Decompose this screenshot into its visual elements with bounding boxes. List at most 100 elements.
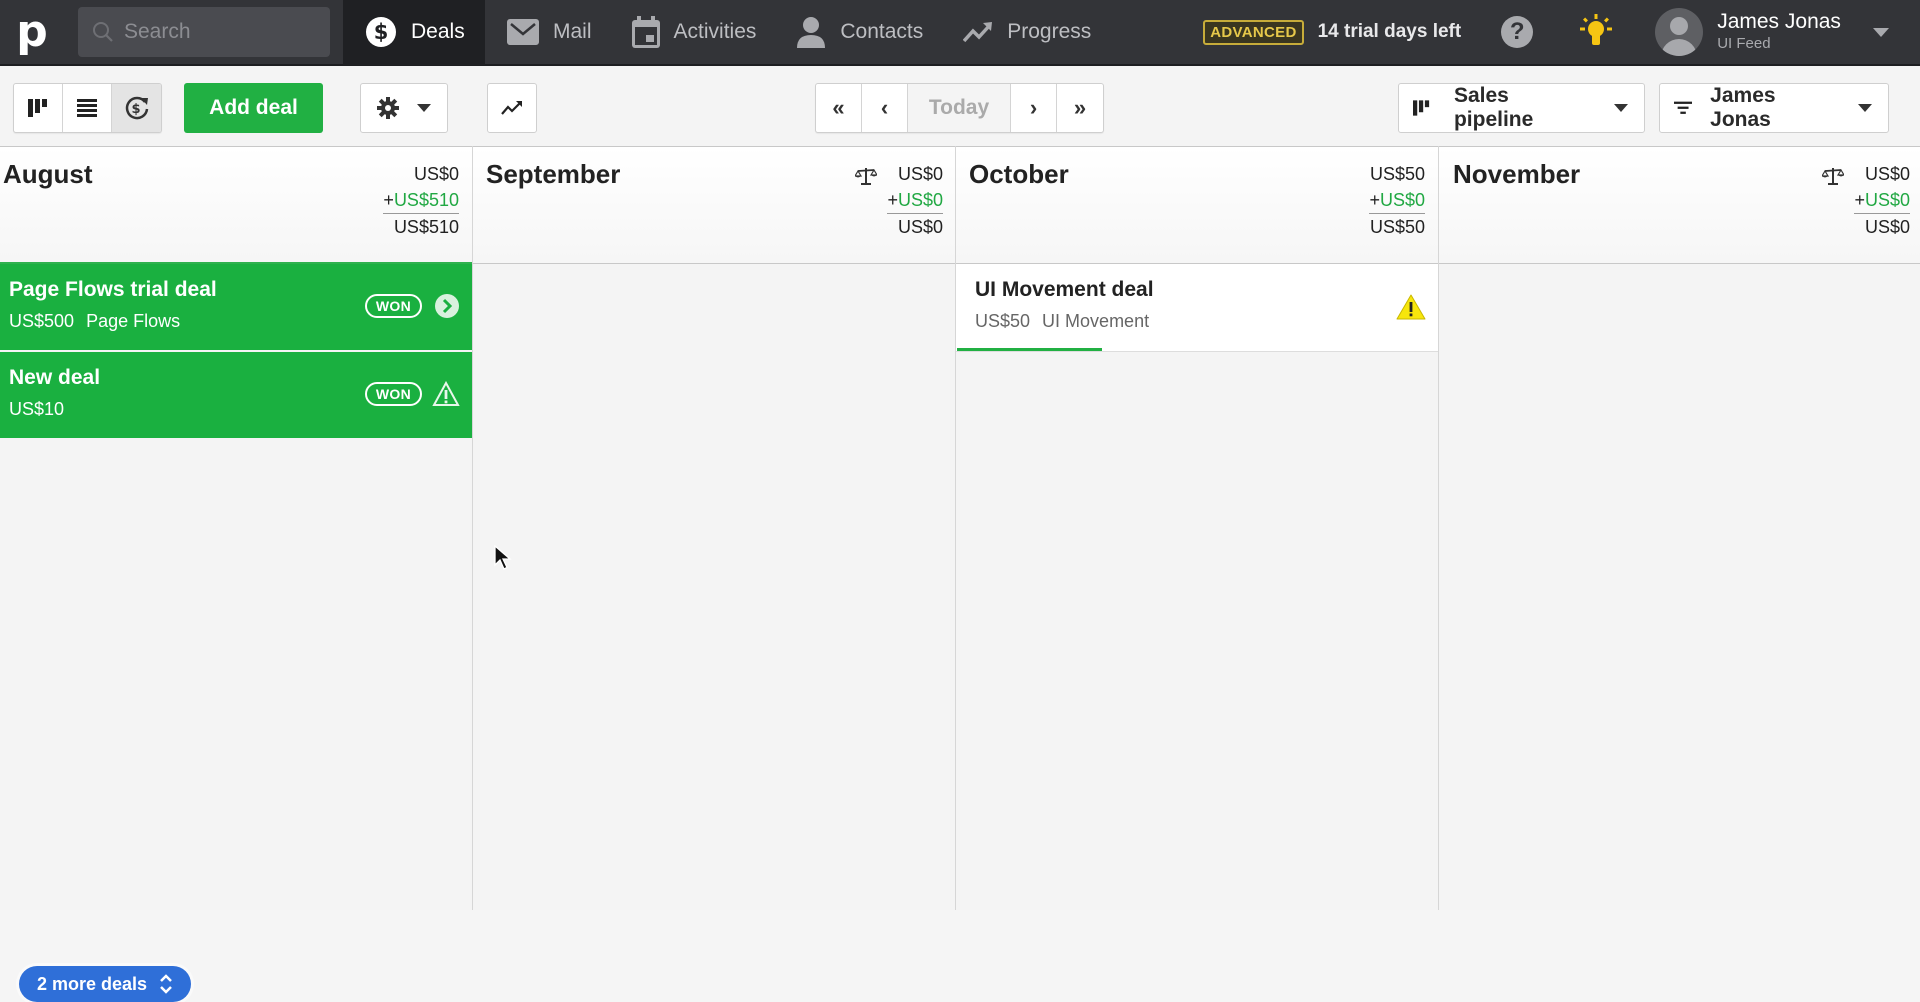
nav-label: Contacts	[840, 20, 924, 43]
chevron-left-icon: ‹	[880, 95, 889, 120]
user-company: UI Feed	[1717, 35, 1771, 52]
view-switcher: $	[13, 83, 162, 133]
column-header: November US$0 +US$0 US$0	[1439, 146, 1920, 264]
expand-chevrons-icon	[160, 974, 172, 994]
won-sum: US$0	[897, 190, 943, 210]
total-sum: US$510	[393, 217, 459, 237]
main-nav: $ Deals Mail Activities Contacts Progres…	[343, 0, 1109, 65]
double-chevron-right-icon: »	[1073, 95, 1087, 120]
add-deal-button[interactable]: Add deal	[184, 83, 323, 133]
deal-card[interactable]: UI Movement deal US$50 UI Movement	[956, 264, 1438, 352]
won-sum: US$0	[1379, 190, 1425, 210]
month-column-august: August US$0 +US$510 US$510 Page Flows tr…	[0, 146, 473, 1002]
owner-filter[interactable]: James Jonas	[1659, 83, 1889, 133]
settings-dropdown-button[interactable]	[360, 83, 448, 133]
person-icon	[796, 16, 826, 48]
jump-forward-button[interactable]: »	[1057, 84, 1103, 132]
pipedrive-logo[interactable]: p	[0, 0, 64, 65]
deal-card[interactable]: Page Flows trial deal US$500 Page Flows W…	[0, 264, 472, 352]
user-menu[interactable]: James Jonas UI Feed	[1655, 8, 1889, 56]
today-button[interactable]: Today	[908, 84, 1011, 132]
plus-sign: +	[887, 190, 898, 210]
month-column-october: October US$50 +US$0 US$50 UI Movement de…	[956, 146, 1439, 910]
total-sum: US$50	[1369, 217, 1425, 237]
pipeline-icon	[1413, 100, 1430, 116]
column-header: August US$0 +US$510 US$510	[0, 146, 472, 264]
mouse-cursor-icon	[494, 545, 512, 570]
next-period-button[interactable]: ›	[1011, 84, 1057, 132]
nav-item-mail[interactable]: Mail	[485, 0, 610, 65]
list-view-button[interactable]	[63, 84, 112, 132]
help-icon[interactable]: ?	[1501, 16, 1534, 48]
more-deals-label: 2 more deals	[37, 973, 148, 994]
nav-item-activities[interactable]: Activities	[610, 0, 775, 65]
search-input[interactable]: Search	[78, 7, 330, 57]
nav-label: Progress	[1007, 20, 1092, 43]
balance-scale-icon[interactable]	[1820, 167, 1846, 190]
nav-item-progress[interactable]: Progress	[941, 0, 1109, 65]
deal-card[interactable]: New deal US$10 WON	[0, 352, 472, 440]
search-icon	[93, 22, 113, 42]
pipeline-icon	[28, 99, 47, 117]
forecast-view-button[interactable]: $	[112, 84, 161, 132]
plus-sign: +	[1854, 190, 1865, 210]
open-sum: US$0	[1864, 164, 1910, 184]
pipeline-view-button[interactable]	[14, 84, 63, 132]
deal-title: Page Flows trial deal	[9, 278, 217, 301]
open-sum: US$0	[413, 164, 459, 184]
trend-up-icon	[501, 101, 522, 115]
plan-badge[interactable]: ADVANCED	[1203, 19, 1304, 45]
deal-title: UI Movement deal	[975, 278, 1154, 301]
avatar	[1655, 8, 1704, 56]
warning-yellow-icon[interactable]	[1396, 294, 1426, 325]
balance-scale-icon[interactable]	[853, 167, 879, 190]
open-sum: US$50	[1369, 164, 1425, 184]
column-sums: US$0 +US$0 US$0	[1854, 161, 1910, 240]
nav-label: Mail	[553, 20, 592, 43]
trial-days-left[interactable]: 14 trial days left	[1318, 21, 1462, 43]
won-sum-row: +US$0	[1854, 187, 1910, 214]
deal-value: US$10	[9, 399, 65, 419]
month-column-november: November US$0 +US$0 US$0	[1439, 146, 1920, 910]
previous-period-button[interactable]: ‹	[862, 84, 908, 132]
lightbulb-icon[interactable]	[1577, 13, 1615, 51]
deal-value: US$500	[9, 311, 75, 331]
won-sum: US$0	[1864, 190, 1910, 210]
statistics-button[interactable]	[487, 83, 537, 133]
help-glyph: ?	[1509, 18, 1525, 45]
pipeline-label: Sales pipeline	[1453, 84, 1534, 131]
period-navigation: « ‹ Today › »	[815, 83, 1104, 133]
column-body: Page Flows trial deal US$500 Page Flows W…	[0, 264, 472, 1002]
deal-meta: US$10	[9, 399, 64, 420]
total-sum: US$0	[1864, 217, 1910, 237]
pipeline-selector[interactable]: Sales pipeline	[1398, 83, 1645, 133]
deal-meta: US$50 UI Movement	[975, 311, 1149, 332]
deal-value: US$50	[975, 311, 1031, 331]
month-column-september: September US$0 +US$0 US$0	[473, 146, 956, 910]
month-title: September	[486, 159, 621, 189]
chevron-right-circle-icon[interactable]	[434, 293, 460, 324]
won-sum-row: +US$0	[887, 187, 943, 214]
deal-title: New deal	[9, 366, 101, 389]
deal-stage-progress	[957, 348, 1439, 351]
column-header: September US$0 +US$0 US$0	[473, 146, 955, 264]
nav-item-deals[interactable]: $ Deals	[343, 0, 485, 65]
column-sums: US$0 +US$510 US$510	[383, 161, 459, 240]
deal-stage-progress-fill	[957, 348, 1102, 351]
owner-label: James Jonas	[1710, 84, 1776, 131]
month-title: November	[1453, 159, 1581, 189]
nav-item-contacts[interactable]: Contacts	[774, 0, 941, 65]
chevron-right-icon: ›	[1029, 95, 1038, 120]
gear-icon	[377, 97, 399, 119]
open-sum: US$0	[897, 164, 943, 184]
deals-toolbar: $ Add deal « ‹ Today › » Sales pipeline …	[0, 66, 1920, 146]
user-name: James Jonas	[1717, 10, 1841, 33]
column-body	[1439, 264, 1920, 910]
trend-up-icon	[963, 21, 993, 43]
more-deals-button[interactable]: 2 more deals	[19, 966, 192, 1002]
won-badge: WON	[364, 382, 422, 406]
won-sum-row: +US$0	[1369, 187, 1425, 214]
warning-outline-icon[interactable]	[432, 380, 460, 412]
jump-back-button[interactable]: «	[816, 84, 862, 132]
deal-meta: US$500 Page Flows	[9, 311, 180, 332]
